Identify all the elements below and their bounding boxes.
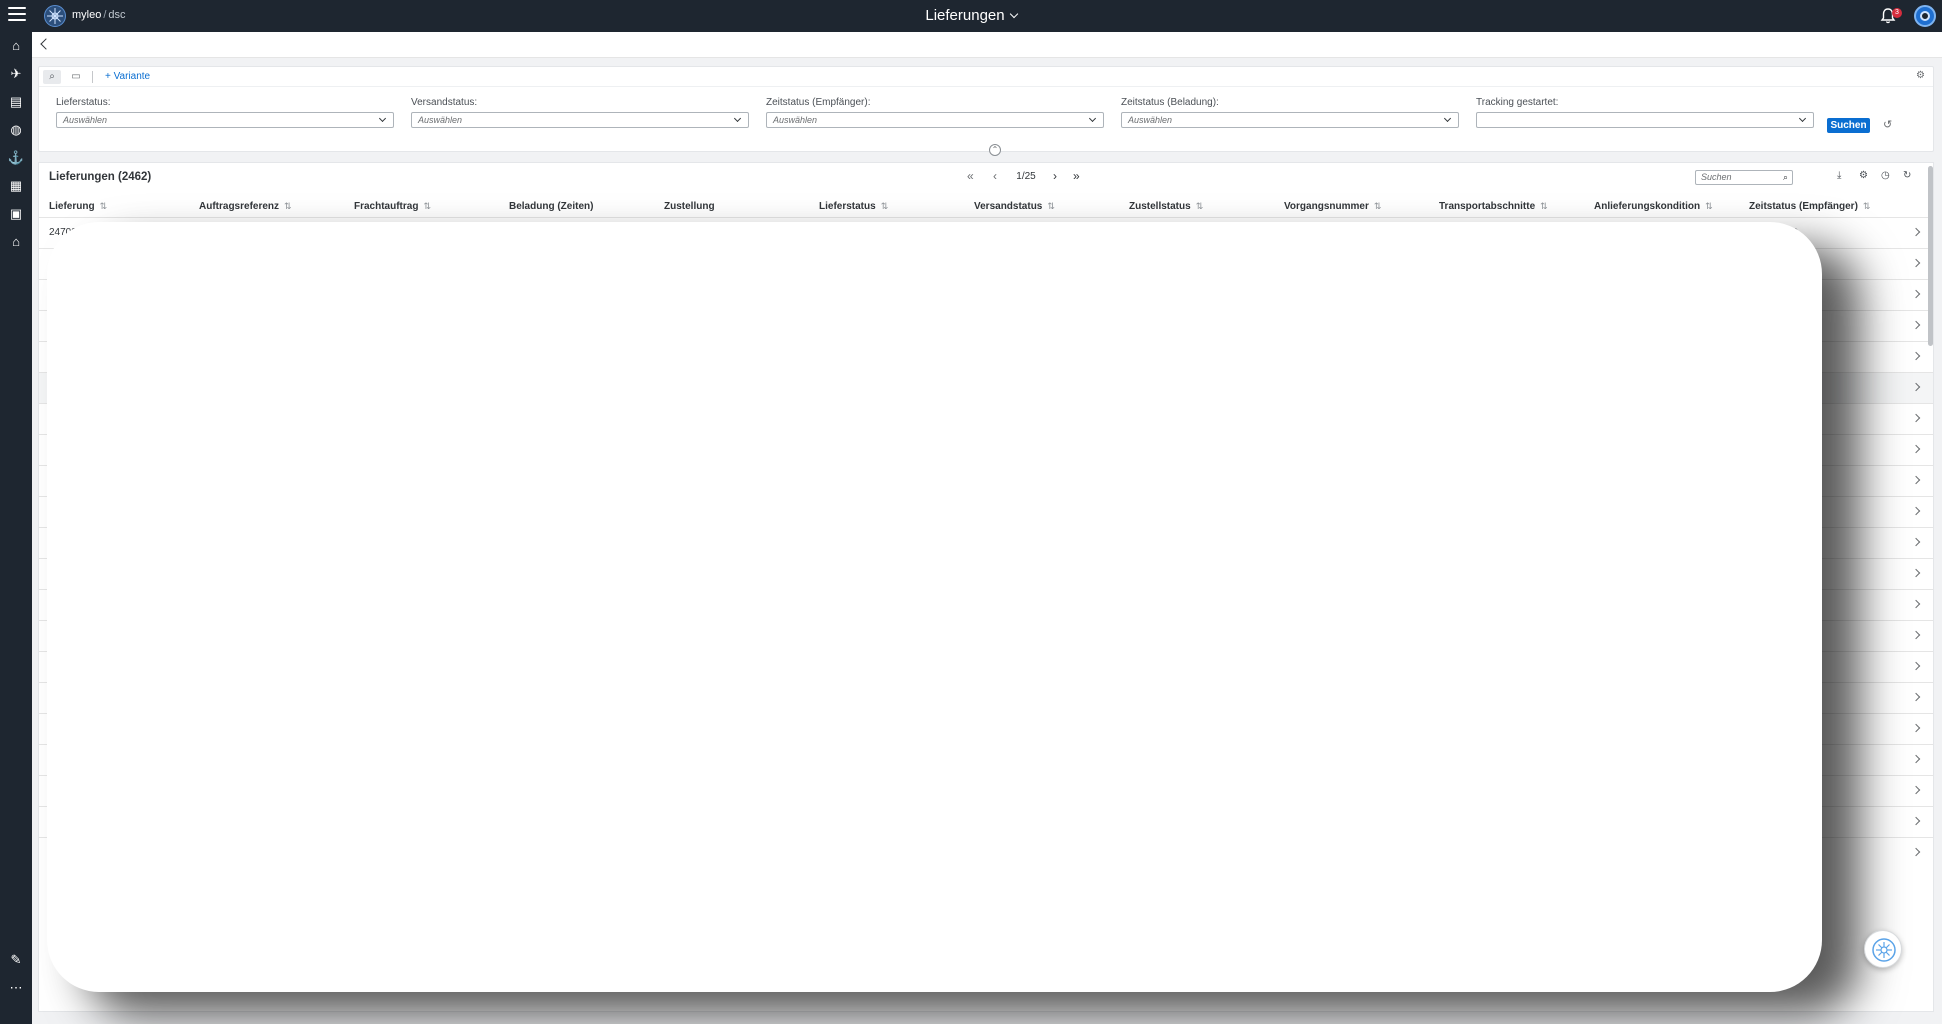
search-icon[interactable]: ⌕	[43, 70, 61, 84]
table-settings-icon[interactable]: ⚙	[1859, 170, 1868, 181]
calendar-icon[interactable]: ▦	[7, 178, 25, 194]
assistant-icon	[1872, 938, 1896, 962]
chevron-right-icon[interactable]	[1911, 537, 1921, 547]
chevron-right-icon[interactable]	[1911, 847, 1921, 857]
filter-versandstatus: Versandstatus: Auswählen	[411, 97, 749, 128]
filter-tracking-gestartet: Tracking gestartet:	[1476, 97, 1814, 128]
filter-label: Zeitstatus (Beladung):	[1121, 97, 1219, 108]
home-icon[interactable]: ⌂	[7, 38, 25, 54]
column-header[interactable]: Vorgangsnummer ⇅	[1284, 201, 1381, 212]
subheader	[32, 32, 1942, 58]
document-icon[interactable]: ▣	[7, 206, 25, 222]
history-icon[interactable]: ◷	[1881, 170, 1890, 181]
column-header[interactable]: Transportabschnitte ⇅	[1439, 201, 1548, 212]
chevron-right-icon[interactable]	[1911, 320, 1921, 330]
column-header[interactable]: Versandstatus ⇅	[974, 201, 1055, 212]
column-header[interactable]: Zustellstatus ⇅	[1129, 201, 1203, 212]
save-icon[interactable]: ▭	[69, 70, 83, 84]
filter-lieferstatus: Lieferstatus: Auswählen	[56, 97, 394, 128]
chevron-right-icon[interactable]	[1911, 506, 1921, 516]
chevron-right-icon[interactable]	[1911, 692, 1921, 702]
filter-label: Versandstatus:	[411, 97, 478, 108]
table-scrollbar[interactable]	[1928, 166, 1933, 346]
chevron-right-icon[interactable]	[1911, 754, 1921, 764]
anchor-icon[interactable]: ⚓	[7, 150, 25, 166]
toolbar-divider	[92, 71, 93, 83]
last-page-icon[interactable]: »	[1073, 170, 1080, 182]
chevron-right-icon[interactable]	[1911, 661, 1921, 671]
column-header[interactable]: Anlieferungskondition ⇅	[1594, 201, 1713, 212]
filter-zeitstatus-empfaenger: Zeitstatus (Empfänger): Auswählen	[766, 97, 1104, 128]
column-header[interactable]: Frachtauftrag ⇅	[354, 201, 431, 212]
collapse-filter-icon[interactable]: ⌃	[989, 144, 1001, 156]
filter-label: Lieferstatus:	[56, 97, 111, 108]
globe-icon[interactable]: ◍	[7, 122, 25, 138]
table-header: Lieferung ⇅ Auftragsreferenz ⇅ Frachtauftr…	[39, 195, 1933, 217]
chevron-right-icon[interactable]	[1911, 444, 1921, 454]
column-header[interactable]: Beladung (Zeiten)	[509, 201, 593, 212]
chevron-right-icon[interactable]	[1911, 568, 1921, 578]
search-icon: ⌕	[1782, 172, 1788, 182]
chevron-right-icon[interactable]	[1911, 723, 1921, 733]
add-variant-link[interactable]: + Variante	[105, 71, 150, 82]
filter-zeitstatus-beladung: Zeitstatus (Beladung): Auswählen	[1121, 97, 1459, 128]
notification-badge: 3	[1892, 8, 1902, 18]
column-header[interactable]: Lieferstatus ⇅	[819, 201, 888, 212]
chevron-right-icon[interactable]	[1911, 599, 1921, 609]
chevron-right-icon[interactable]	[1911, 785, 1921, 795]
chevron-down-icon	[378, 114, 387, 123]
chevron-right-icon[interactable]	[1911, 351, 1921, 361]
back-icon[interactable]	[40, 38, 52, 50]
chevron-right-icon[interactable]	[1911, 475, 1921, 485]
shipping-icon[interactable]: ✈	[7, 66, 25, 82]
table-title: Lieferungen (2462)	[49, 171, 152, 183]
chevron-right-icon[interactable]	[1911, 289, 1921, 299]
chevron-down-icon	[1009, 9, 1018, 19]
refresh-icon[interactable]: ↻	[1903, 170, 1911, 181]
search-button[interactable]: Suchen	[1827, 118, 1870, 133]
chevron-right-icon[interactable]	[1911, 413, 1921, 423]
more-icon[interactable]: ⋯	[7, 980, 25, 996]
chevron-right-icon[interactable]	[1911, 816, 1921, 826]
chevron-down-icon	[1443, 114, 1452, 123]
column-header[interactable]: Lieferung ⇅	[49, 201, 107, 212]
chevron-right-icon[interactable]	[1911, 258, 1921, 268]
filter-label: Zeitstatus (Empfänger):	[766, 97, 871, 108]
filter-bar: ⌕ ▭ + Variante ⚙ Lieferstatus: Auswählen…	[38, 66, 1934, 152]
filter-toolbar: ⌕ ▭ + Variante ⚙	[39, 67, 1933, 87]
assistant-button[interactable]	[1864, 930, 1902, 968]
zeitstatus-beladung-select[interactable]: Auswählen	[1121, 112, 1459, 128]
download-icon[interactable]: ⤓	[1837, 170, 1841, 181]
chevron-right-icon[interactable]	[1911, 382, 1921, 392]
shell-header: myleo / dsc Lieferungen 3	[0, 0, 1942, 32]
column-header[interactable]: Auftragsreferenz ⇅	[199, 201, 292, 212]
overlay-card	[47, 222, 1822, 992]
page-indicator: 1/25	[1016, 171, 1036, 182]
lieferstatus-select[interactable]: Auswählen	[56, 112, 394, 128]
wrench-icon[interactable]: ✎	[7, 952, 25, 968]
reset-icon[interactable]: ↺	[1883, 118, 1892, 131]
zeitstatus-empfaenger-select[interactable]: Auswählen	[766, 112, 1104, 128]
prev-page-icon[interactable]: ‹	[993, 170, 997, 182]
profile-avatar[interactable]	[1914, 5, 1936, 27]
chevron-right-icon[interactable]	[1911, 227, 1921, 237]
column-header[interactable]: Zustellung	[664, 201, 715, 212]
versandstatus-select[interactable]: Auswählen	[411, 112, 749, 128]
settings-icon[interactable]: ⚙	[1916, 70, 1925, 81]
page-title[interactable]: Lieferungen	[0, 7, 1942, 24]
next-page-icon[interactable]: ›	[1053, 170, 1057, 182]
chevron-down-icon	[733, 114, 742, 123]
chevron-right-icon[interactable]	[1911, 630, 1921, 640]
filter-label: Tracking gestartet:	[1476, 97, 1559, 108]
list-icon[interactable]: ▤	[7, 94, 25, 110]
first-page-icon[interactable]: «	[967, 170, 974, 182]
tracking-gestartet-select[interactable]	[1476, 112, 1814, 128]
warehouse-icon[interactable]: ⌂	[7, 234, 25, 250]
chevron-down-icon	[1798, 114, 1807, 123]
column-header[interactable]: Zeitstatus (Empfänger) ⇅	[1749, 201, 1870, 212]
table-search-input[interactable]: Suchen ⌕	[1695, 170, 1793, 185]
chevron-down-icon	[1088, 114, 1097, 123]
side-navigation: ⌂ ✈ ▤ ◍ ⚓ ▦ ▣ ⌂ ✎ ⋯	[0, 32, 32, 1024]
